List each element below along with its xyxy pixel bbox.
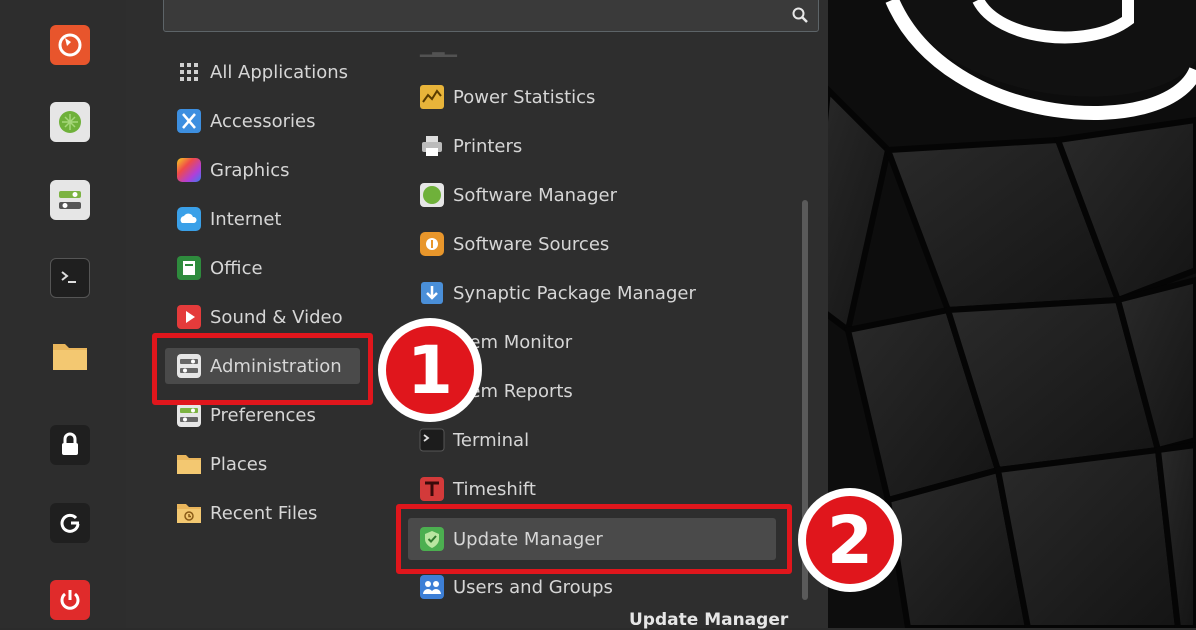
app-synaptic-package-manager[interactable]: Synaptic Package Manager [413, 275, 783, 311]
app-label: Synaptic Package Manager [453, 282, 696, 304]
folder-icon [53, 344, 87, 370]
search-box[interactable] [163, 0, 819, 32]
graphics-icon [177, 158, 201, 182]
power-icon [60, 590, 80, 610]
scrolled-item-partial: ▁▂▁ [420, 38, 457, 57]
app-label: Terminal [453, 429, 530, 451]
sound-video-icon [177, 305, 201, 329]
category-graphics[interactable]: Graphics [170, 152, 370, 188]
terminal-launcher[interactable] [50, 258, 90, 298]
category-label: Office [210, 257, 263, 279]
software-sources-icon [420, 232, 444, 256]
selected-app-description: Update Manager [629, 610, 789, 630]
step-badge-1: 1 [378, 318, 482, 422]
logout-icon [60, 513, 80, 533]
category-label: Administration [210, 355, 342, 377]
category-label: Places [210, 453, 268, 475]
logout-button[interactable] [50, 503, 90, 543]
terminal-icon [61, 271, 76, 283]
grid-icon [180, 63, 198, 81]
category-recent-files[interactable]: Recent Files [170, 495, 370, 531]
software-manager-icon [59, 111, 81, 133]
step-badge-2: 2 [798, 488, 902, 592]
app-label: Printers [453, 135, 523, 157]
office-icon [177, 256, 201, 280]
category-administration[interactable]: Administration [165, 348, 360, 384]
lock-icon [62, 432, 78, 455]
firefox-icon [58, 33, 82, 57]
category-label: All Applications [210, 61, 348, 83]
category-places[interactable]: Places [170, 446, 370, 482]
app-software-manager[interactable]: Software Manager [413, 177, 783, 213]
printer-icon [422, 136, 442, 156]
step-number: 2 [806, 496, 894, 584]
places-folder-icon [177, 455, 201, 474]
app-label: Software Sources [453, 233, 610, 255]
accessories-icon [177, 109, 201, 133]
category-label: Accessories [210, 110, 316, 132]
category-label: Recent Files [210, 502, 318, 524]
files-launcher[interactable] [50, 335, 90, 375]
users-groups-icon [420, 575, 444, 599]
app-label: Users and Groups [453, 576, 613, 598]
software-manager-launcher[interactable] [50, 102, 90, 142]
software-manager-icon [420, 183, 444, 207]
category-preferences[interactable]: Preferences [170, 397, 370, 433]
system-settings-icon [59, 191, 81, 209]
category-label: Sound & Video [210, 306, 343, 328]
app-update-manager[interactable]: Update Manager [408, 518, 776, 560]
category-office[interactable]: Office [170, 250, 370, 286]
app-users-and-groups[interactable]: Users and Groups [413, 569, 783, 605]
internet-icon [177, 207, 201, 231]
category-label: Internet [210, 208, 282, 230]
favorites-bar [0, 0, 127, 628]
lock-screen-button[interactable] [50, 425, 90, 465]
terminal-icon [419, 428, 445, 452]
category-label: Preferences [210, 404, 316, 426]
category-sound-video[interactable]: Sound & Video [170, 299, 370, 335]
power-statistics-icon [420, 85, 444, 109]
category-all-applications[interactable]: All Applications [170, 54, 370, 90]
app-software-sources[interactable]: Software Sources [413, 226, 783, 262]
category-accessories[interactable]: Accessories [170, 103, 370, 139]
update-manager-icon [420, 527, 444, 551]
app-label: Update Manager [453, 528, 603, 550]
app-label: Timeshift [453, 478, 536, 500]
category-internet[interactable]: Internet [170, 201, 370, 237]
app-terminal[interactable]: Terminal [413, 422, 783, 458]
app-printers[interactable]: Printers [413, 128, 783, 164]
app-label: Power Statistics [453, 86, 596, 108]
app-label: Software Manager [453, 184, 617, 206]
app-timeshift[interactable]: Timeshift [413, 471, 783, 507]
search-icon[interactable] [792, 7, 808, 23]
shutdown-button[interactable] [50, 580, 90, 620]
administration-icon [177, 354, 201, 378]
system-settings-launcher[interactable] [50, 180, 90, 220]
recent-files-icon [177, 504, 201, 523]
search-input[interactable] [172, 1, 776, 29]
category-label: Graphics [210, 159, 290, 181]
timeshift-icon [420, 477, 444, 501]
step-number: 1 [386, 326, 474, 414]
synaptic-icon [421, 282, 443, 304]
preferences-icon [177, 403, 201, 427]
firefox-launcher[interactable] [50, 25, 90, 65]
app-power-statistics[interactable]: Power Statistics [413, 79, 783, 115]
